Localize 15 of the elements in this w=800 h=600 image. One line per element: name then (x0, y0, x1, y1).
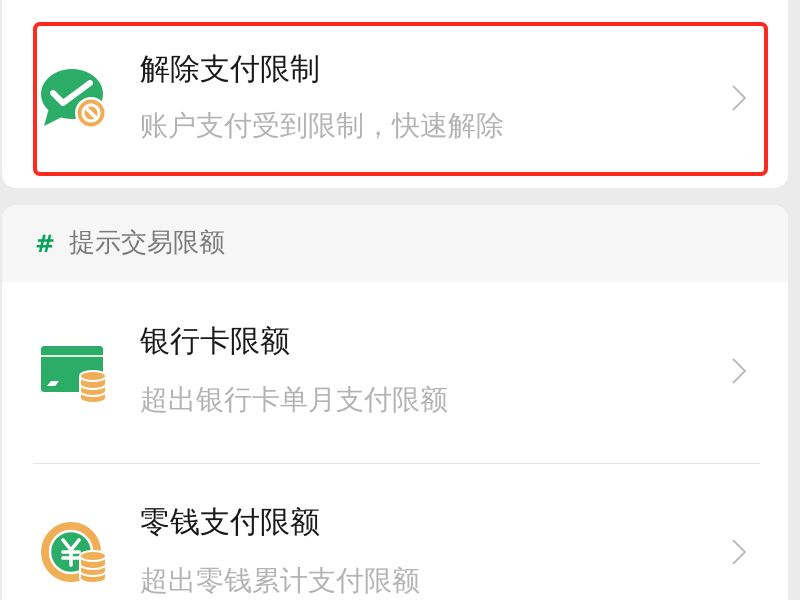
restriction-item[interactable]: 解除支付限制 账户支付受到限制，快速解除 (33, 22, 768, 176)
section-title: 提示交易限额 (69, 227, 226, 260)
item-title: 银行卡限额 (140, 323, 291, 361)
chevron-right-icon (732, 85, 746, 111)
yen-coin-icon (40, 520, 108, 584)
item-subtitle: 账户支付受到限制，快速解除 (140, 108, 505, 144)
chevron-right-icon (732, 358, 746, 384)
item-title: 零钱支付限额 (140, 504, 321, 542)
hash-mark: # (35, 228, 56, 260)
chevron-right-icon (732, 539, 746, 565)
item-subtitle: 超出银行卡单月支付限额 (140, 382, 449, 418)
item-title: 解除支付限制 (140, 51, 321, 89)
limit-item[interactable]: 银行卡限额 超出银行卡单月支付限额 (2, 282, 788, 463)
limit-item[interactable]: 零钱支付限额 超出零钱累计支付限额 (2, 464, 788, 600)
item-subtitle: 超出零钱累计支付限额 (140, 563, 421, 599)
